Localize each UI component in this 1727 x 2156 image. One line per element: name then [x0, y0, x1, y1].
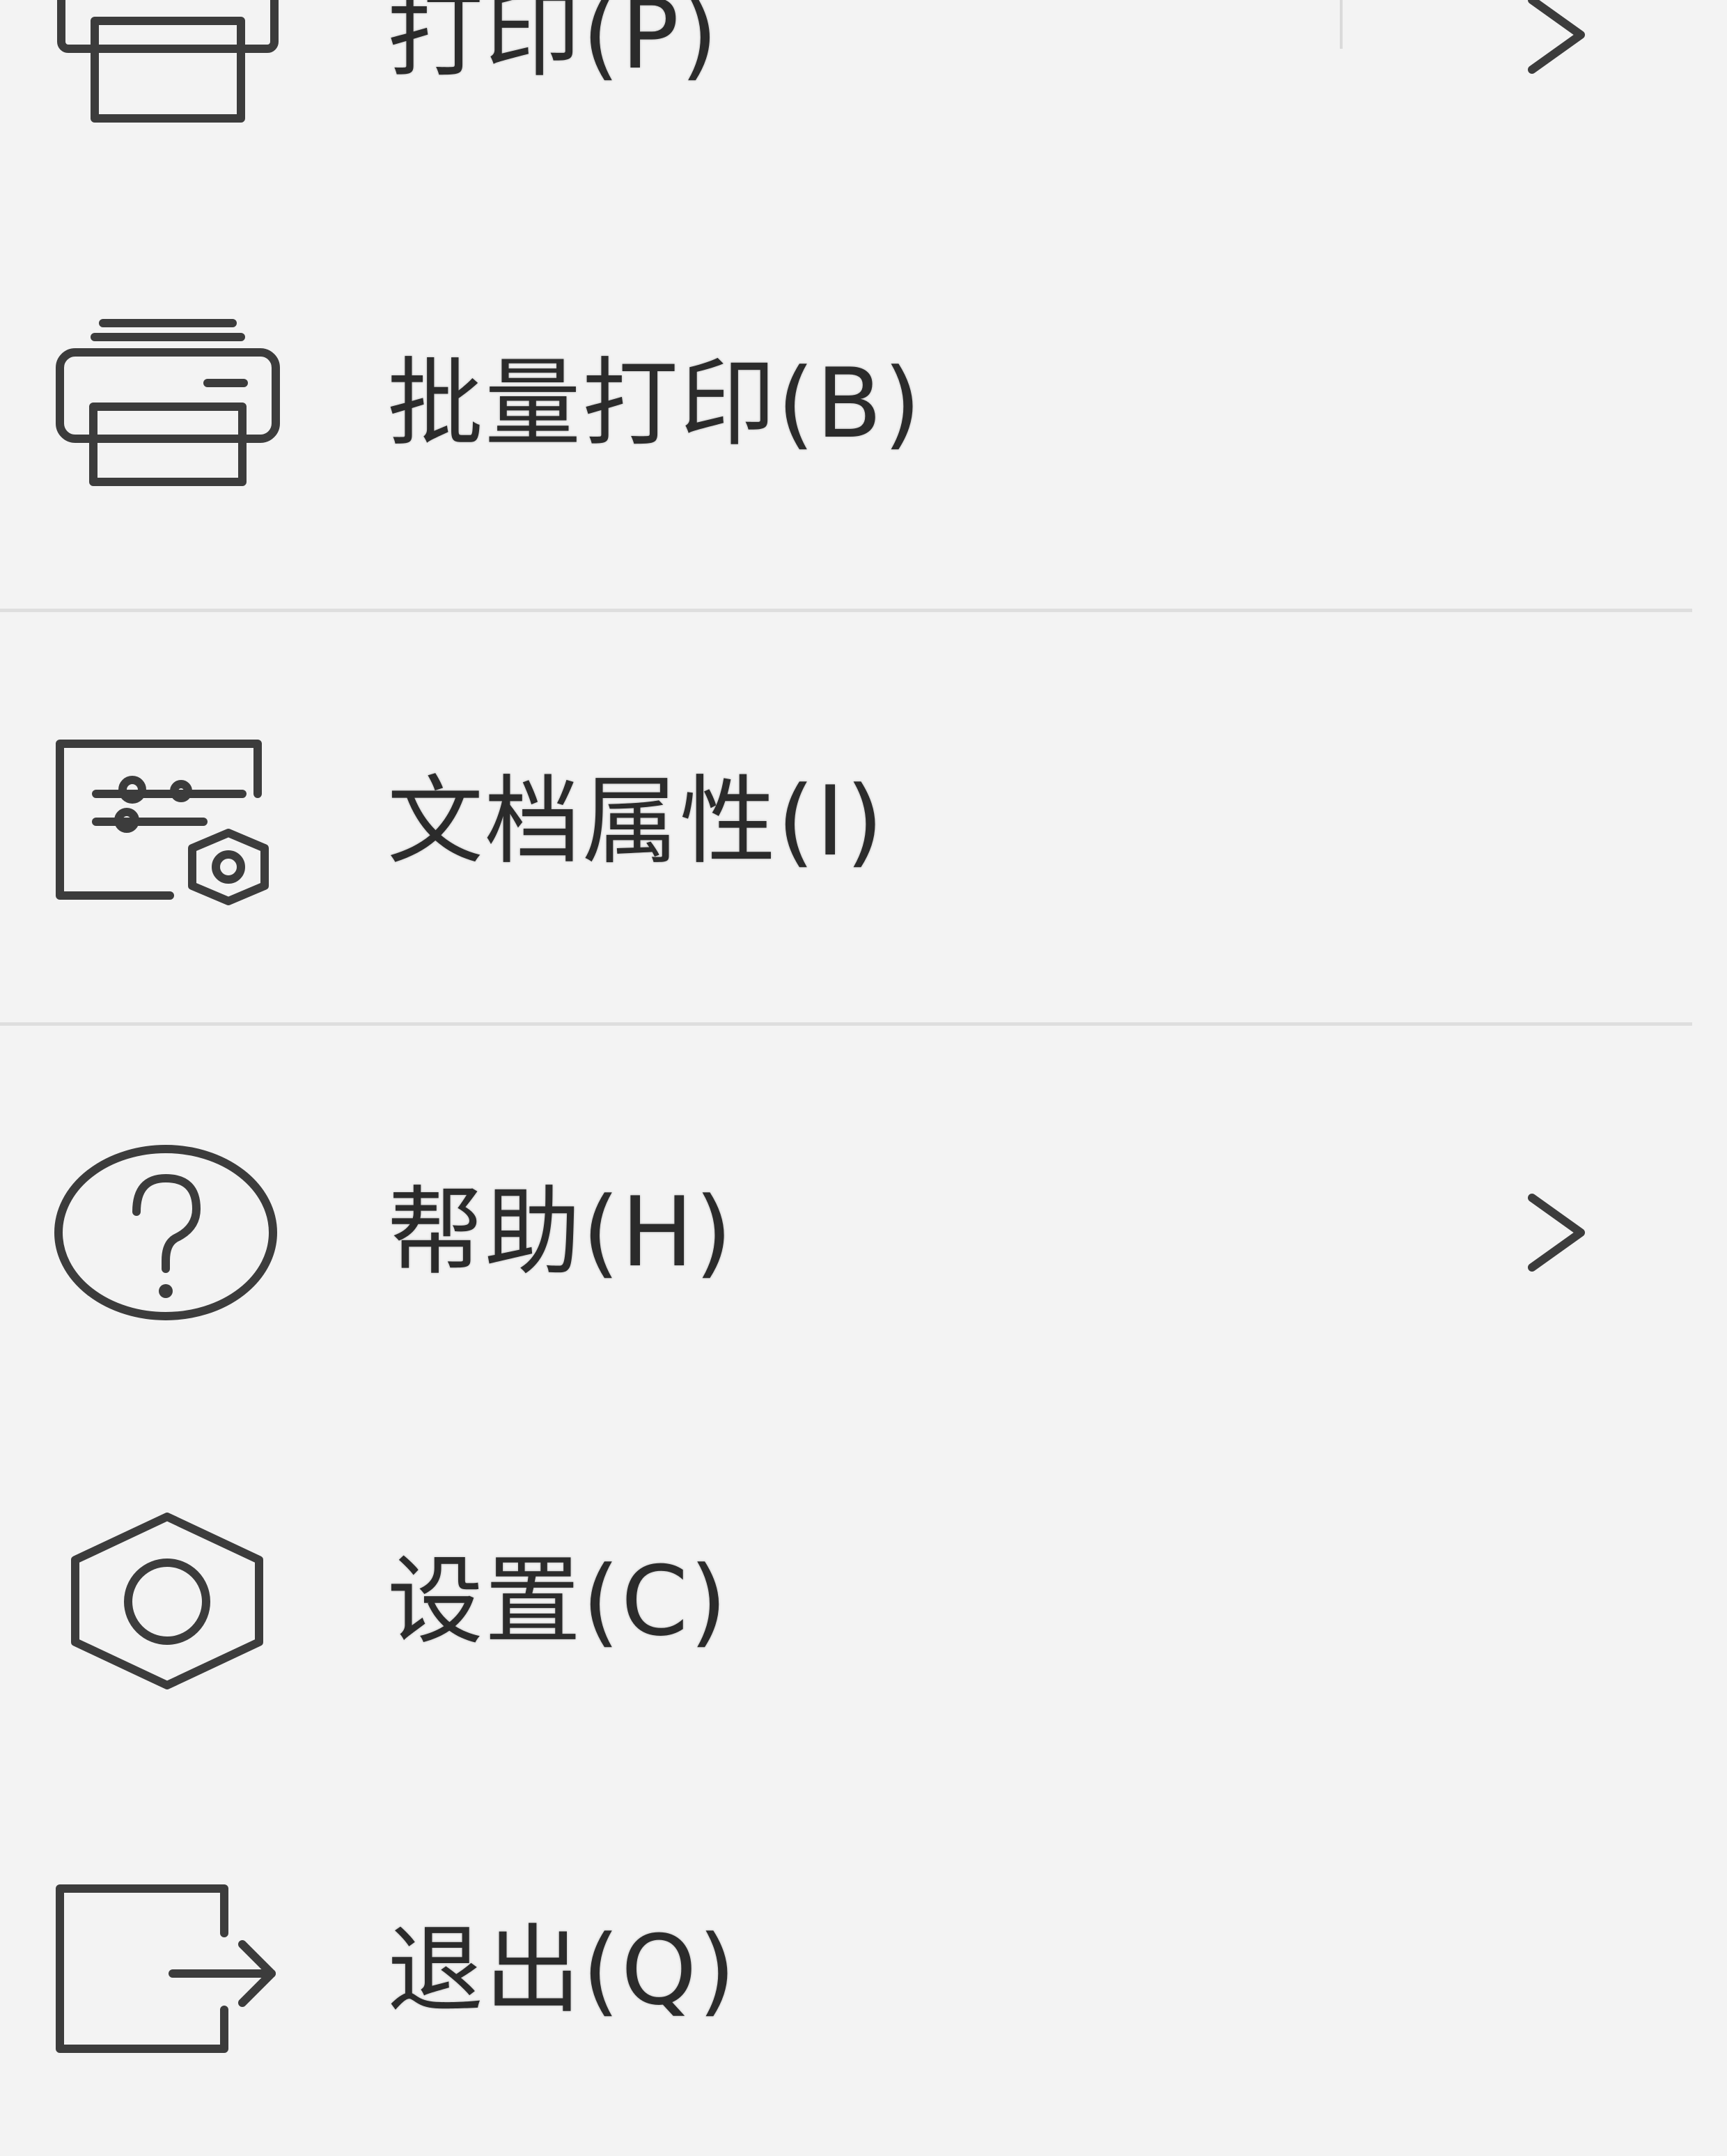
- menu-item-exit[interactable]: 退出(Q): [0, 1866, 1727, 2075]
- help-icon: [54, 1142, 281, 1323]
- submenu-split-divider: [1340, 0, 1343, 49]
- menu-item-label: 文档属性(I): [387, 765, 885, 877]
- menu-separator: [0, 1022, 1692, 1026]
- menu-item-help[interactable]: 帮助(H): [0, 1128, 1727, 1337]
- menu-item-batch-print[interactable]: 批量打印(B): [0, 299, 1727, 508]
- batch-print-icon: [54, 313, 281, 494]
- menu-item-label: 批量打印(B): [387, 347, 923, 460]
- settings-icon: [54, 1511, 281, 1692]
- document-properties-icon: [54, 731, 281, 912]
- chevron-right-icon[interactable]: [1518, 1187, 1595, 1278]
- exit-icon: [54, 1880, 281, 2061]
- menu-separator: [0, 609, 1692, 612]
- context-menu: 打印(P) 批量打印(B) 文档属性(I) 帮助(H) 设置(C) 退出(Q): [0, 0, 1727, 2156]
- menu-item-document-properties[interactable]: 文档属性(I): [0, 717, 1727, 926]
- printer-icon: [54, 0, 281, 125]
- menu-item-label: 打印(P): [387, 0, 719, 91]
- menu-item-label: 设置(C): [387, 1545, 729, 1657]
- menu-item-settings[interactable]: 设置(C): [0, 1497, 1727, 1706]
- chevron-right-icon[interactable]: [1518, 0, 1595, 80]
- menu-item-label: 帮助(H): [387, 1176, 734, 1288]
- menu-item-print[interactable]: 打印(P): [0, 0, 1727, 139]
- menu-item-label: 退出(Q): [387, 1914, 737, 2026]
